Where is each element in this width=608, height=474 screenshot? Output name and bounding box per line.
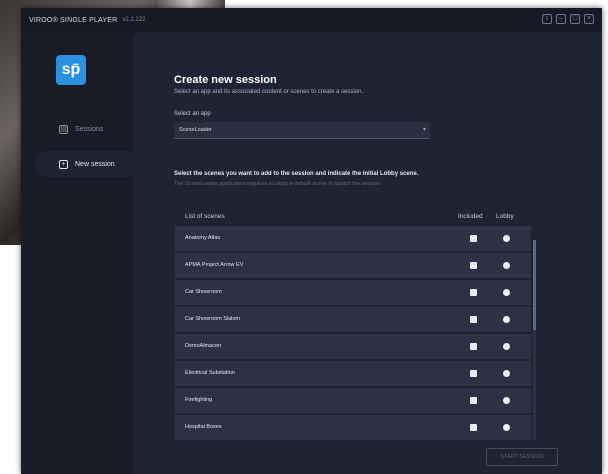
add-session-icon: + <box>59 159 68 169</box>
app-select-label: Select an app <box>174 111 211 117</box>
lobby-radio[interactable] <box>503 262 510 269</box>
close-icon[interactable]: × <box>584 14 594 24</box>
scene-list-scrollbar[interactable] <box>533 240 536 440</box>
scene-name: DemoAlmacen <box>185 343 222 349</box>
included-checkbox[interactable] <box>470 316 477 323</box>
scene-name: Car Showroom <box>185 289 222 295</box>
sidebar-item-new-session[interactable]: + New session <box>35 151 133 177</box>
scene-name: APMA Project Arrow EV <box>185 262 244 268</box>
lobby-radio[interactable] <box>503 343 510 350</box>
lobby-radio[interactable] <box>503 370 510 377</box>
scene-list: List of scenes Included Lobby Anatomy At… <box>175 208 537 441</box>
page-title: Create new session <box>174 74 277 86</box>
sidebar-item-sessions[interactable]: ▤ Sessions <box>35 116 133 142</box>
scene-name: Hospital Boxes <box>185 424 222 430</box>
included-checkbox[interactable] <box>470 424 477 431</box>
lobby-radio[interactable] <box>503 289 510 296</box>
lobby-radio[interactable] <box>503 316 510 323</box>
app-logo: sp̄ <box>56 55 86 85</box>
included-checkbox[interactable] <box>470 289 477 296</box>
scene-list-header: List of scenes Included Lobby <box>175 208 537 225</box>
scene-row: Hospital Boxes <box>175 415 531 440</box>
lobby-radio[interactable] <box>503 235 510 242</box>
minimize-icon[interactable]: – <box>556 14 566 24</box>
scene-rows: Anatomy Atlas APMA Project Arrow EV Car … <box>175 226 531 442</box>
app-select-value: SceneLoader <box>179 127 212 133</box>
scene-row: Electrical Substation <box>175 361 531 386</box>
scenes-note: The SceneLoader application requires a L… <box>174 181 382 187</box>
scene-row: APMA Project Arrow EV <box>175 253 531 278</box>
start-session-button[interactable]: START SESSION <box>486 448 558 466</box>
scene-name: Electrical Substation <box>185 370 235 376</box>
info-icon[interactable]: i <box>542 14 552 24</box>
header-lobby: Lobby <box>496 213 514 220</box>
app-window: VIROO® SINGLE PLAYER v2.2.122 i – □ × sp… <box>21 8 602 474</box>
included-checkbox[interactable] <box>470 262 477 269</box>
page-subtitle: Select an app and its associated content… <box>174 89 364 95</box>
title-bar: VIROO® SINGLE PLAYER v2.2.122 i – □ × <box>21 8 602 32</box>
lobby-radio[interactable] <box>503 424 510 431</box>
sidebar-item-label: New session <box>75 160 115 168</box>
included-checkbox[interactable] <box>470 397 477 404</box>
scene-row: Firefighting <box>175 388 531 413</box>
background-photo-strip <box>155 0 225 8</box>
scroll-thumb[interactable] <box>533 240 536 330</box>
included-checkbox[interactable] <box>470 370 477 377</box>
lobby-radio[interactable] <box>503 397 510 404</box>
app-select[interactable]: SceneLoader ▾ <box>174 122 430 139</box>
sessions-icon: ▤ <box>59 124 68 134</box>
scene-row: Car Showroom <box>175 280 531 305</box>
included-checkbox[interactable] <box>470 343 477 350</box>
app-title: VIROO® SINGLE PLAYER <box>29 16 118 24</box>
window-controls: i – □ × <box>542 14 594 24</box>
header-included: Included <box>458 213 483 220</box>
maximize-icon[interactable]: □ <box>570 14 580 24</box>
header-list-of-scenes: List of scenes <box>185 213 225 220</box>
scenes-heading: Select the scenes you want to add to the… <box>174 171 419 177</box>
scene-row: Car Showroom Slalom <box>175 307 531 332</box>
main-panel: Create new session Select an app and its… <box>133 32 602 474</box>
scene-name: Car Showroom Slalom <box>185 316 241 322</box>
scene-name: Firefighting <box>185 397 213 403</box>
sidebar-item-label: Sessions <box>75 125 104 133</box>
scene-row: Anatomy Atlas <box>175 226 531 251</box>
scene-row: DemoAlmacen <box>175 334 531 359</box>
included-checkbox[interactable] <box>470 235 477 242</box>
app-version: v2.2.122 <box>122 17 146 23</box>
chevron-down-icon: ▾ <box>422 127 426 133</box>
sidebar: sp̄ ▤ Sessions + New session <box>21 32 133 474</box>
scene-name: Anatomy Atlas <box>185 235 221 241</box>
